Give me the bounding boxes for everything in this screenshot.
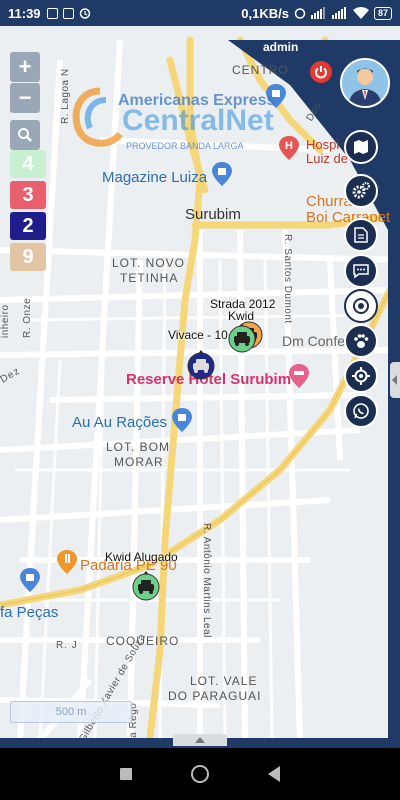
vehicle-marker-kwid[interactable] xyxy=(227,322,257,356)
label-lot-bom-1: LOT. BOM xyxy=(106,440,171,454)
count-badge-online[interactable]: 4 xyxy=(10,150,46,178)
chevron-up-icon xyxy=(195,737,205,743)
map-scale: 500 m xyxy=(10,701,132,723)
qr-icon xyxy=(62,7,74,19)
label-surubim: Surubim xyxy=(185,206,241,223)
status-right: 0,1KB/s 87 xyxy=(241,6,392,21)
label-centro: CENTRO xyxy=(232,63,289,77)
chat-button[interactable] xyxy=(344,254,378,288)
label-lot-bom-2: MORAR xyxy=(114,455,164,469)
label-lot-vale-2: DO PARAGUAI xyxy=(168,689,262,703)
petshop-pin-icon xyxy=(172,408,192,432)
label-r-onze: R. Onze xyxy=(22,297,33,338)
hotel-pin-icon xyxy=(289,364,309,388)
count-badge-offline[interactable]: 3 xyxy=(10,181,46,209)
report-button[interactable] xyxy=(344,218,378,252)
signal-icon-2 xyxy=(331,7,346,19)
label-pinheiro: inheiro xyxy=(0,304,11,338)
label-r-santos-dumont: R. Santos Dumont xyxy=(282,234,293,324)
logout-button[interactable] xyxy=(310,61,332,83)
label-hospital-2: Luiz de xyxy=(306,151,348,166)
car-icon xyxy=(228,324,256,353)
chevron-left-icon xyxy=(392,375,397,385)
whatsapp-icon xyxy=(353,403,369,419)
alarm-icon xyxy=(79,8,90,19)
logo-line2: CentralNet xyxy=(122,104,274,137)
zoom-in-button[interactable]: + xyxy=(10,52,40,82)
map-view[interactable]: CENTRO Surubim LOT. NOVO TETINHA LOT. BO… xyxy=(0,26,400,738)
vehicle-marker-vivace[interactable] xyxy=(186,348,216,382)
label-lot-vale-1: LOT. VALE xyxy=(190,674,258,688)
bakery-pin-icon xyxy=(57,550,77,574)
whatsapp-button[interactable] xyxy=(344,394,378,428)
label-r-j: R. J xyxy=(56,640,78,651)
app-root: 11:39 0,1KB/s 87 CENTRO Surubim LOT. NOV… xyxy=(0,0,400,800)
report-icon xyxy=(354,227,368,243)
car-icon xyxy=(132,571,160,601)
system-nav-bar xyxy=(0,748,400,800)
map-layers-button[interactable] xyxy=(344,130,378,164)
label-au-au: Au Au Rações xyxy=(72,414,168,431)
status-bar: 11:39 0,1KB/s 87 xyxy=(0,0,400,26)
label-lot-novo-2: TETINHA xyxy=(120,271,179,285)
notification-icon xyxy=(46,7,58,19)
count-badge-stopped[interactable]: 2 xyxy=(10,212,46,240)
label-lot-novo-1: LOT. NOVO xyxy=(112,256,186,270)
user-name: admin xyxy=(263,40,299,54)
paw-icon xyxy=(354,334,369,348)
recent-apps-button[interactable] xyxy=(119,768,132,780)
user-avatar-icon xyxy=(342,60,388,106)
zoom-out-button[interactable]: − xyxy=(10,83,40,113)
search-button[interactable] xyxy=(10,120,40,150)
label-magazine-luiza: Magazine Luiza xyxy=(102,169,208,186)
home-button[interactable] xyxy=(190,765,209,783)
target-button[interactable] xyxy=(344,289,378,323)
count-badge-total[interactable]: 9 xyxy=(10,243,46,271)
side-panel-toggle[interactable] xyxy=(390,362,400,398)
centralnet-logo: Americanas Express CentralNet PROVEDOR B… xyxy=(70,86,285,166)
avatar[interactable] xyxy=(340,58,390,108)
alarm-icon-2 xyxy=(294,8,306,19)
search-icon xyxy=(18,128,32,142)
locate-button[interactable] xyxy=(344,359,378,393)
settings-button[interactable] xyxy=(344,174,378,208)
label-r-antonio-martins: R. Antônio Martins Leal xyxy=(201,523,212,638)
status-notification-icons xyxy=(46,7,91,19)
vehicle-marker-kwid-alugado[interactable] xyxy=(131,569,161,603)
vehicle-label-vivace: Vivace - 10 xyxy=(168,328,228,342)
power-icon xyxy=(315,66,327,79)
target-icon xyxy=(353,298,369,314)
label-hospital-1: Hospi xyxy=(306,137,340,152)
map-icon xyxy=(354,140,368,154)
pet-button[interactable] xyxy=(344,324,378,358)
back-button[interactable] xyxy=(268,766,281,782)
battery-indicator: 87 xyxy=(373,6,392,20)
label-fa-pecas: fa Peças xyxy=(0,604,59,621)
chat-icon xyxy=(353,264,369,279)
logo-line3: PROVEDOR BANDA LARGA xyxy=(126,141,244,151)
bottom-drawer-toggle[interactable] xyxy=(173,734,227,746)
net-speed: 0,1KB/s xyxy=(241,5,289,21)
locate-icon xyxy=(352,367,370,385)
svg-text:H: H xyxy=(285,140,293,152)
vehicle-label-kwid-alugado: Kwid Alugado xyxy=(105,550,178,564)
shop-pin-icon xyxy=(20,568,40,592)
status-time: 11:39 xyxy=(8,5,41,21)
wifi-icon xyxy=(352,7,369,19)
label-dm-conf: Dm Confe xyxy=(282,333,346,349)
signal-icon xyxy=(310,7,325,19)
car-icon xyxy=(187,350,215,380)
settings-icon xyxy=(352,182,370,199)
